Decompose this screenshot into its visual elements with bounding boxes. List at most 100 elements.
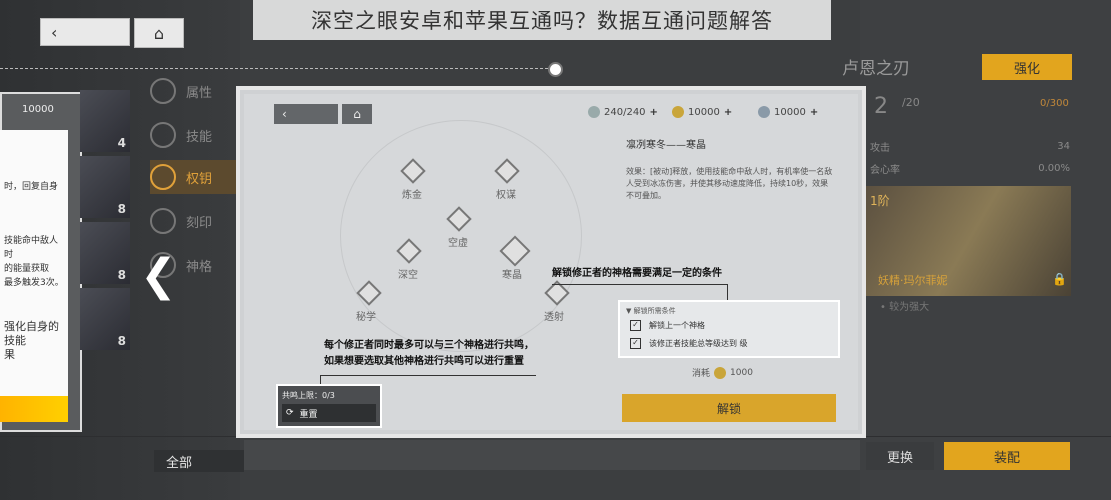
unlock-conditions-panel: ▼ 解锁所需条件 ✓ 解锁上一个神格 ✓ 该修正者技能总等级达到 级 [618,300,840,358]
home-icon: ⌂ [353,107,361,121]
panel-home-button[interactable]: ⌂ [342,104,372,124]
portrait-rank: 8 [117,334,126,348]
page-title: 深空之眼安卓和苹果互通吗？数据互通问题解答 [253,0,831,40]
character-portrait[interactable]: 8 [80,156,130,218]
condition-row: ✓ 解锁上一个神格 [630,316,838,334]
bottom-strip [244,440,860,470]
left-text-line: 果 [4,348,15,361]
menu-item-label: 属性 [186,85,213,101]
stat-value: 0.00% [1038,162,1070,174]
stat-value: 34 [1057,140,1070,152]
node-label: 权谋 [496,190,516,201]
weapon-exp: 0/300 [1040,98,1069,109]
annotation-line [727,284,728,300]
card-subtitle: • 较为强大 [880,302,930,313]
annotation-unlock-condition: 解锁修正者的神格需要满足一定的条件 [552,268,722,279]
portrait-rank: 4 [117,136,126,150]
unlock-cost: 消耗 1000 [692,366,753,379]
annotation-line [320,375,536,376]
condition-row: ✓ 该修正者技能总等级达到 级 [630,334,838,352]
stat-label: 会心率 [870,164,900,176]
refresh-icon: ⟳ [286,408,294,418]
back-button[interactable]: ‹ [40,18,130,46]
unlock-button[interactable]: 解锁 [622,394,836,422]
imprint-icon [150,208,176,234]
connector-node-icon [548,62,563,77]
annotation-line [552,284,728,285]
card-tier: 1阶 [870,194,890,208]
plus-icon[interactable]: + [724,107,732,118]
character-list: 4 8 8 8 [80,90,130,430]
annotation-resonance: 每个修正者同时最多可以与三个神格进行共鸣， 如果想要选取其他神格进行共鸣可以进行… [324,338,534,370]
node-label: 空虚 [448,238,468,249]
weapon-name: 卢恩之刃 [842,59,910,79]
divinity-title: 凛冽寒冬——寒晶 [626,140,706,151]
character-portrait[interactable]: 8 [80,288,130,350]
panel-back-button[interactable]: ‹ [274,104,338,124]
node-label: 寒晶 [502,270,522,281]
cost-label: 消耗 [692,369,711,379]
checkbox-checked-icon: ✓ [630,319,641,331]
home-button[interactable]: ⌂ [134,18,184,48]
condition-text: 解锁上一个神格 [649,320,705,330]
condition-text: 该修正者技能总等级达到 级 [649,338,748,348]
left-text-line: 时，回复自身 [4,182,59,192]
back-icon: ‹ [282,107,287,121]
left-confirm-button[interactable] [0,396,68,422]
menu-item-key[interactable]: 权钥 [150,160,240,194]
plus-icon[interactable]: + [650,107,658,118]
dashed-connector [0,68,553,69]
coin-icon [672,106,684,118]
divinity-description: 凛冽寒冬——寒晶 效果：[被动]释放，使用技能命中敌人时，有机率使一名敌人受到冰… [626,140,836,202]
resonance-limit: 共鸣上限：0/3 [282,391,335,400]
cost-value: 1000 [730,367,753,378]
upgrade-button[interactable]: 强化 [982,54,1072,80]
annotation-text: 每个修正者同时最多可以与三个神格进行共鸣， [324,340,534,351]
left-text-line: 最多触发3次。 [4,278,64,288]
portrait-rank: 8 [117,268,126,282]
stamina-icon [588,106,600,118]
checkbox-checked-icon: ✓ [630,337,641,349]
character-portrait[interactable]: 4 [80,90,130,152]
node-label: 深空 [398,270,418,281]
plus-icon[interactable]: + [810,107,818,118]
menu-item-attributes[interactable]: 属性 [150,74,240,108]
left-text-line: 的能量获取 [4,264,50,274]
resource-value: 10000 [774,106,806,118]
card-name: 妖精·玛尔菲妮 [878,274,948,287]
resource-stamina: 240/240 + [588,104,658,120]
menu-item-label: 刻印 [186,215,213,231]
annotation-text: 如果想要选取其他神格进行共鸣可以进行重置 [324,356,524,367]
chevron-left-icon[interactable]: ❮ [140,250,177,301]
resource-value: 10000 [688,106,720,118]
menu-item-label: 神格 [186,259,213,275]
crystal-icon [758,106,770,118]
menu-item-imprint[interactable]: 刻印 [150,204,240,238]
change-button[interactable]: 更换 [866,442,934,470]
filter-all-button[interactable]: 全部 [154,450,244,472]
star-icon [150,78,176,104]
resource-crystal: 10000 + [758,104,818,120]
equip-button[interactable]: 装配 [944,442,1070,470]
left-text-line: 强化自身的技能 [4,320,59,347]
left-description: 时，回复自身 技能命中敌人时 的能量获取 最多触发3次。 强化自身的技能 果 [0,130,68,420]
node-label: 秘学 [356,312,376,323]
menu-item-skills[interactable]: 技能 [150,118,240,152]
left-text-line: 技能命中敌人时 [4,236,59,260]
node-label: 炼金 [402,190,422,201]
resource-gold: 10000 + [672,104,732,120]
home-icon: ⌂ [153,23,165,43]
stat-label: 攻击 [870,142,890,154]
skill-icon [150,122,176,148]
stat-row: 会心率 0.00% [870,158,1070,178]
character-portrait[interactable]: 8 [80,222,130,284]
menu-item-label: 技能 [186,129,213,145]
back-icon: ‹ [51,22,58,42]
conditions-title: ▼ 解锁所需条件 [626,307,676,315]
reset-button[interactable]: ⟳ 重置 [282,404,376,422]
stat-row: 攻击 34 [870,136,1070,156]
coin-icon [714,366,727,379]
weapon-level-max: /20 [902,96,920,109]
resource-value: 240/240 [604,106,646,118]
left-resource-value: 10000 [22,104,54,115]
